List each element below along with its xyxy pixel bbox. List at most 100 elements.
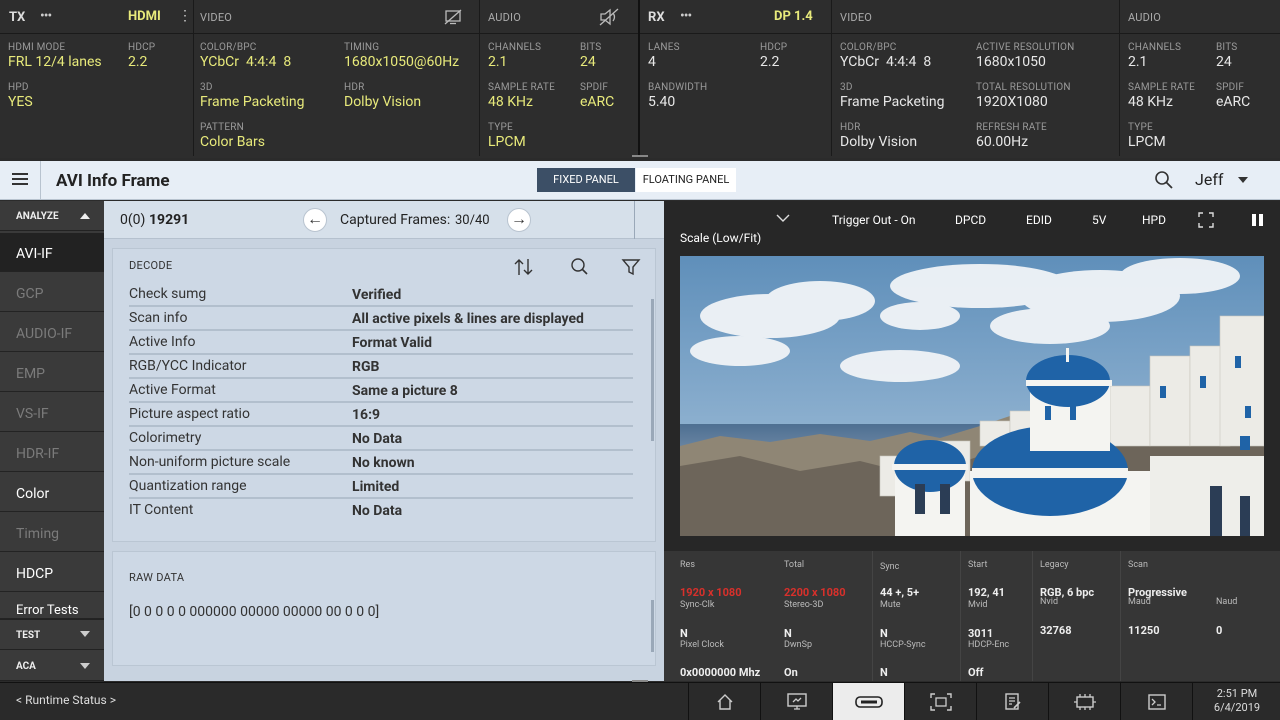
stereo-3d-label: Stereo-3D xyxy=(784,600,824,610)
video-preview xyxy=(680,256,1264,536)
sidebar-item-avi-if[interactable]: AVI-IF xyxy=(0,233,104,272)
rx-lanes-label: LANES xyxy=(648,42,680,53)
filter-icon[interactable] xyxy=(621,257,641,277)
search-icon[interactable] xyxy=(570,257,590,277)
hdcp-enc-label: HDCP-Enc xyxy=(968,640,1010,650)
sidebar-item-color[interactable]: Color xyxy=(0,473,104,512)
analyzer-button[interactable] xyxy=(832,683,904,720)
tx-spdif: eARC xyxy=(580,94,615,110)
rx-more-icon[interactable]: ••• xyxy=(680,8,692,24)
decode-scrollbar[interactable] xyxy=(651,299,654,441)
tx-hpd: YES xyxy=(8,94,33,110)
rx-spdif-label: SPDIF xyxy=(1216,82,1245,93)
tx-menu-icon[interactable]: ⋮ xyxy=(178,8,192,24)
tx-pattern-label: PATTERN xyxy=(200,122,244,133)
rx-hdcp-label: HDCP xyxy=(760,42,788,53)
user-name[interactable]: Jeff xyxy=(1195,170,1223,189)
rx-lanes: 4 xyxy=(648,54,656,70)
page-title: AVI Info Frame xyxy=(56,171,170,191)
menu-icon[interactable] xyxy=(12,173,28,185)
monitor-button[interactable] xyxy=(760,683,832,720)
legacy-label: Legacy xyxy=(1040,560,1069,570)
sort-icon[interactable] xyxy=(513,257,535,277)
edid-button[interactable]: EDID xyxy=(1026,213,1052,227)
tx-hdmi-mode-label: HDMI MODE xyxy=(8,42,66,53)
sidebar-item-hdcp[interactable]: HDCP xyxy=(0,553,104,592)
capture-button[interactable] xyxy=(904,683,976,720)
rx-total-res-label: TOTAL RESOLUTION xyxy=(976,82,1071,93)
total-label: Total xyxy=(784,560,805,570)
tx-more-icon[interactable]: ••• xyxy=(40,8,52,24)
floating-panel-button[interactable]: FLOATING PANEL xyxy=(636,168,736,192)
rx-spdif: eARC xyxy=(1216,94,1251,110)
search-icon[interactable] xyxy=(1154,170,1174,190)
hpd-button[interactable]: HPD xyxy=(1142,213,1166,227)
fixed-panel-button[interactable]: FIXED PANEL xyxy=(537,168,635,192)
tx-video-panel: VIDEO COLOR/BPC YCbCr 4:4:4 8 TIMING 168… xyxy=(194,0,480,156)
frame-number: 19291 xyxy=(149,212,190,228)
sidebar-item-gcp[interactable]: GCP xyxy=(0,273,104,312)
terminal-button[interactable] xyxy=(1120,683,1192,720)
decode-row: IT Content No Data xyxy=(129,502,403,519)
tx-video-off-icon[interactable] xyxy=(444,9,462,25)
status-resize-handle[interactable] xyxy=(632,155,648,157)
report-button[interactable] xyxy=(976,683,1048,720)
rx-refresh-label: REFRESH RATE xyxy=(976,122,1047,133)
sidebar-item-vs-if[interactable]: VS-IF xyxy=(0,393,104,432)
rx-3d: Frame Packeting xyxy=(840,94,945,110)
next-frame-button[interactable]: → xyxy=(507,208,531,232)
decode-row: Colorimetry No Data xyxy=(129,427,633,451)
fullscreen-icon[interactable] xyxy=(1198,212,1214,228)
dpcd-button[interactable]: DPCD xyxy=(955,213,986,227)
start-label: Start xyxy=(968,560,988,570)
clock-time: 2:51 PM xyxy=(1216,687,1258,700)
tx-spdif-label: SPDIF xyxy=(580,82,609,93)
sidebar-item-emp[interactable]: EMP xyxy=(0,353,104,392)
rx-type-label: TYPE xyxy=(1128,122,1153,133)
sidebar-item-error-tests[interactable]: Error Tests xyxy=(0,593,104,619)
tx-audio-off-icon[interactable] xyxy=(598,8,620,26)
frame-id: 0(0) xyxy=(120,212,146,228)
sync-clk-value: N xyxy=(680,627,688,640)
chevron-down-icon[interactable] xyxy=(776,213,790,223)
bottom-resize-handle[interactable] xyxy=(632,680,648,682)
chevron-up-icon[interactable] xyxy=(80,213,90,219)
raw-data-scrollbar[interactable] xyxy=(651,600,654,652)
hccp-sync-label: HCCP-Sync xyxy=(880,640,926,650)
scan-label: Scan xyxy=(1128,560,1148,570)
trigger-out-button[interactable]: Trigger Out - On xyxy=(832,213,916,227)
chevron-down-icon[interactable] xyxy=(80,663,90,669)
rx-video-panel: VIDEO COLOR/BPC YCbCr 4:4:4 8 ACTIVE RES… xyxy=(832,0,1120,156)
res-label: Res xyxy=(680,560,695,570)
hardware-button[interactable] xyxy=(1048,683,1120,720)
user-dropdown-icon[interactable] xyxy=(1238,177,1248,183)
sidebar-item-audio-if[interactable]: AUDIO-IF xyxy=(0,313,104,352)
5v-button[interactable]: 5V xyxy=(1092,213,1106,227)
tx-hdr: Dolby Vision xyxy=(344,94,422,110)
hdcp-enc-value: Off xyxy=(968,666,984,679)
pixel-clock-value: 0x0000000 Mhz xyxy=(680,666,761,679)
scale-label: Scale (Low/Fit) xyxy=(680,231,762,245)
tx-hdcp: 2.2 xyxy=(128,54,148,70)
rx-channels-label: CHANNELS xyxy=(1128,42,1182,53)
sync-clk-label: Sync-Clk xyxy=(680,600,715,610)
chevron-down-icon[interactable] xyxy=(80,631,90,637)
tx-audio-panel: AUDIO CHANNELS 2.1 BITS 24 SAMPLE RATE 4… xyxy=(480,0,640,156)
sidebar-analyze-label: ANALYZE xyxy=(16,211,59,222)
tx-timing-label: TIMING xyxy=(344,42,380,53)
rx-total-res: 1920X1080 xyxy=(976,94,1048,110)
runtime-status-link[interactable]: < Runtime Status > xyxy=(16,693,116,707)
sidebar-item-timing[interactable]: Timing xyxy=(0,513,104,552)
prev-frame-button[interactable]: ← xyxy=(303,208,327,232)
pause-icon[interactable] xyxy=(1251,213,1265,227)
home-icon xyxy=(717,694,733,710)
tx-mode-panel: TX ••• HDMI ⋮ HDMI MODE FRL 12/4 lanes H… xyxy=(0,0,194,156)
home-button[interactable] xyxy=(688,683,760,720)
title-bar: AVI Info Frame FIXED PANEL FLOATING PANE… xyxy=(0,161,1280,200)
tx-timing: 1680x1050@60Hz xyxy=(344,54,460,70)
sidebar-item-hdr-if[interactable]: HDR-IF xyxy=(0,433,104,472)
rx-3d-label: 3D xyxy=(840,82,853,93)
rx-link-panel: RX ••• DP 1.4 LANES 4 HDCP 2.2 BANDWIDTH… xyxy=(640,0,832,156)
tx-rate-label: SAMPLE RATE xyxy=(488,82,555,93)
tx-bits-label: BITS xyxy=(580,42,602,53)
